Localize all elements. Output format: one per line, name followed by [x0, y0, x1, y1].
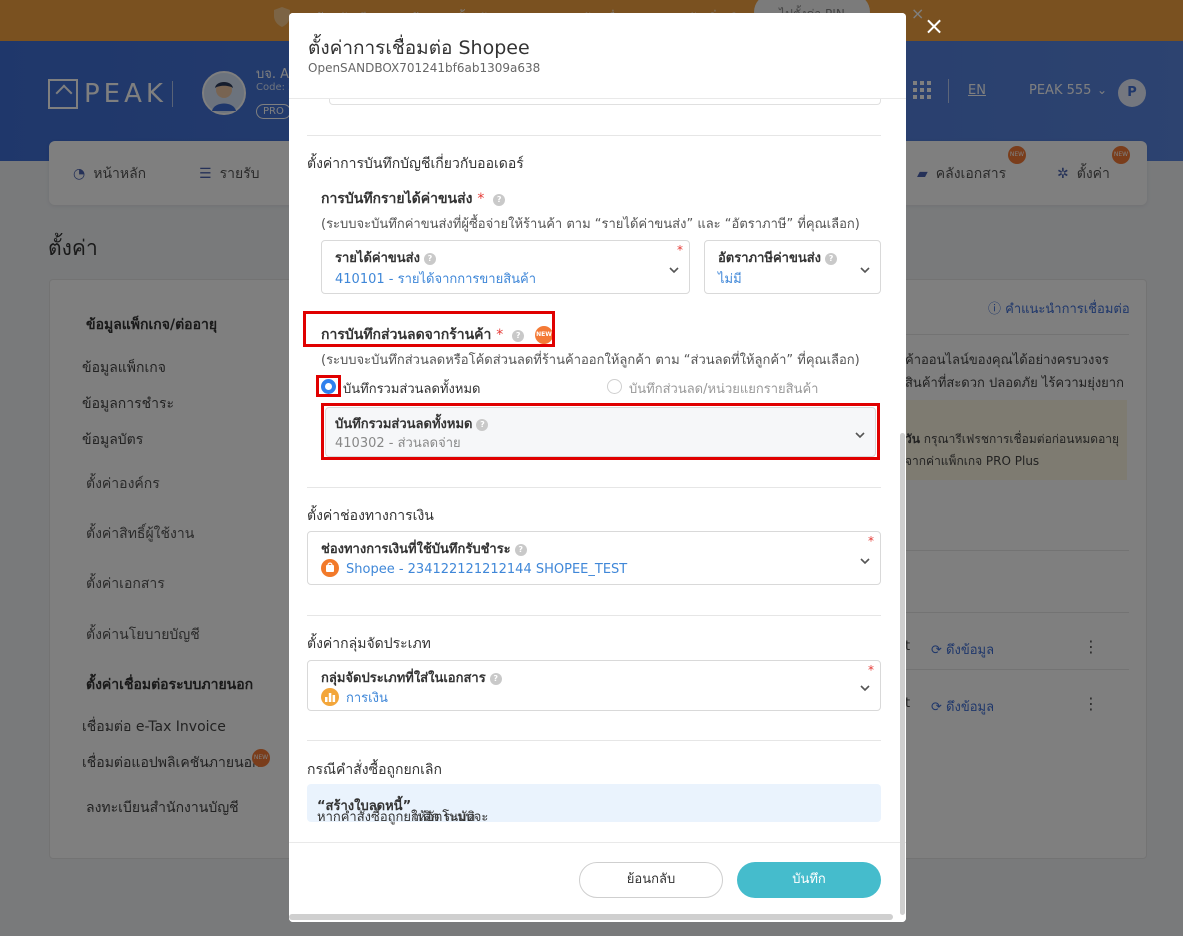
divider: [307, 615, 881, 616]
group-label-text: กลุ่มจัดประเภทที่ใส่ในเอกสาร: [321, 671, 486, 686]
radio-total-discount-label[interactable]: บันทึกรวมส่วนลดทั้งหมด: [343, 378, 480, 399]
modal-subtitle: OpenSANDBOX701241bf6ab1309a638: [308, 61, 541, 75]
required-mark: *: [868, 534, 874, 548]
bar-chart-icon: [321, 688, 339, 706]
shipping-tax-label: อัตราภาษีค่าขนส่ง?: [718, 247, 838, 268]
section-cancel: กรณีคำสั่งซื้อถูกยกเลิก: [307, 762, 442, 778]
payment-channel-value: Shopee - 234122121212144 SHOPEE_TEST: [321, 559, 627, 577]
modal-footer: ย้อนกลับ บันทึก: [289, 842, 906, 922]
cancel-info-box: หากคำสั่งซื้อถูกยกเลิก ระบบจะ “สร้างใบลด…: [307, 784, 881, 825]
section-order-accounting: ตั้งค่าการบันทึกบัญชีเกี่ยวกับออเดอร์: [307, 156, 524, 172]
shipping-income-value: 410101 - รายได้จากการขายสินค้า: [335, 272, 537, 287]
group-value: การเงิน: [321, 687, 388, 708]
help-icon[interactable]: ?: [423, 253, 436, 265]
payment-channel-label: ช่องทางการเงินที่ใช้บันทึกรับชำระ?: [321, 538, 527, 559]
chevron-down-icon: [669, 267, 679, 274]
radio-item-discount-label[interactable]: บันทึกส่วนลด/หน่วยแยกรายสินค้า: [629, 378, 818, 399]
radio-total-discount[interactable]: [321, 379, 336, 394]
shopee-settings-modal: ตั้งค่าการเชื่อมต่อ Shopee OpenSANDBOX70…: [289, 13, 906, 922]
help-icon[interactable]: ?: [825, 253, 838, 265]
save-button[interactable]: บันทึก: [737, 862, 881, 898]
shipping-hint: (ระบบจะบันทึกค่าขนส่งที่ผู้ซื้อจ่ายให้ร้…: [321, 217, 860, 232]
chevron-down-icon: [855, 432, 865, 439]
help-icon[interactable]: ?: [476, 419, 489, 431]
back-button[interactable]: ย้อนกลับ: [579, 862, 723, 898]
horizontal-scrollbar[interactable]: [289, 914, 893, 920]
required-mark: *: [477, 191, 485, 207]
shopee-bag-icon: [321, 559, 339, 577]
payment-channel-select[interactable]: ช่องทางการเงินที่ใช้บันทึกรับชำระ? * Sho…: [307, 531, 881, 585]
total-discount-select[interactable]: บันทึกรวมส่วนลดทั้งหมด? 410302 - ส่วนลดจ…: [325, 407, 876, 457]
shipping-tax-label-text: อัตราภาษีค่าขนส่ง: [718, 251, 822, 266]
help-icon[interactable]: ?: [514, 544, 527, 556]
shipping-label-text: การบันทึกรายได้ค่าขนส่ง: [321, 191, 473, 207]
modal-header: ตั้งค่าการเชื่อมต่อ Shopee OpenSANDBOX70…: [289, 13, 906, 99]
help-icon[interactable]: ?: [493, 194, 506, 206]
total-discount-label-text: บันทึกรวมส่วนลดทั้งหมด: [335, 417, 473, 432]
divider: [307, 135, 881, 136]
shipping-income-select[interactable]: รายได้ค่าขนส่ง? * 410101 - รายได้จากการข…: [321, 240, 690, 294]
discount-hint: (ระบบจะบันทึกส่วนลดหรือโค้ดส่วนลดที่ร้าน…: [321, 353, 860, 368]
payment-channel-label-text: ช่องทางการเงินที่ใช้บันทึกรับชำระ: [321, 542, 511, 557]
divider: [307, 487, 881, 488]
section-payment: ตั้งค่าช่องทางการเงิน: [307, 508, 434, 524]
shipping-income-label-text: รายได้ค่าขนส่ง: [335, 251, 420, 266]
help-icon[interactable]: ?: [489, 673, 502, 685]
modal-title: ตั้งค่าการเชื่อมต่อ Shopee: [308, 37, 530, 59]
total-discount-value: 410302 - ส่วนลดจ่าย: [335, 436, 461, 451]
divider: [307, 740, 881, 741]
chevron-down-icon: [860, 558, 870, 565]
group-label: กลุ่มจัดประเภทที่ใส่ในเอกสาร?: [321, 667, 502, 688]
required-mark: *: [496, 327, 504, 343]
shipping-tax-select[interactable]: อัตราภาษีค่าขนส่ง? ไม่มี: [704, 240, 881, 294]
shipping-label: การบันทึกรายได้ค่าขนส่ง * ?: [321, 188, 506, 210]
required-mark: *: [677, 243, 683, 257]
cancel-info-suffix: ให้อัตโนมัติ: [411, 810, 476, 825]
modal-close-icon[interactable]: ×: [924, 14, 944, 38]
radio-item-discount[interactable]: [607, 379, 622, 394]
new-badge: NEW: [535, 326, 554, 344]
group-select[interactable]: กลุ่มจัดประเภทที่ใส่ในเอกสาร? * การเงิน: [307, 660, 881, 711]
cancel-info-text: หากคำสั่งซื้อถูกยกเลิก ระบบจะ “สร้างใบลด…: [317, 795, 488, 825]
discount-label-text: การบันทึกส่วนลดจากร้านค้า: [321, 327, 492, 343]
vertical-scrollbar[interactable]: [900, 433, 905, 915]
group-value-text: การเงิน: [346, 691, 388, 706]
chevron-down-icon: [860, 267, 870, 274]
required-mark: *: [868, 663, 874, 677]
shipping-income-label: รายได้ค่าขนส่ง?: [335, 247, 436, 268]
help-icon[interactable]: ?: [512, 330, 525, 342]
discount-label: การบันทึกส่วนลดจากร้านค้า * ? NEW: [321, 324, 554, 346]
payment-channel-value-text: Shopee - 234122121212144 SHOPEE_TEST: [346, 562, 628, 577]
shipping-tax-value: ไม่มี: [718, 272, 742, 287]
section-group: ตั้งค่ากลุ่มจัดประเภท: [307, 636, 431, 652]
total-discount-label: บันทึกรวมส่วนลดทั้งหมด?: [335, 413, 489, 434]
chevron-down-icon: [860, 685, 870, 692]
discount-mode-radios: บันทึกรวมส่วนลดทั้งหมด บันทึกส่วนลด/หน่ว…: [321, 377, 881, 397]
